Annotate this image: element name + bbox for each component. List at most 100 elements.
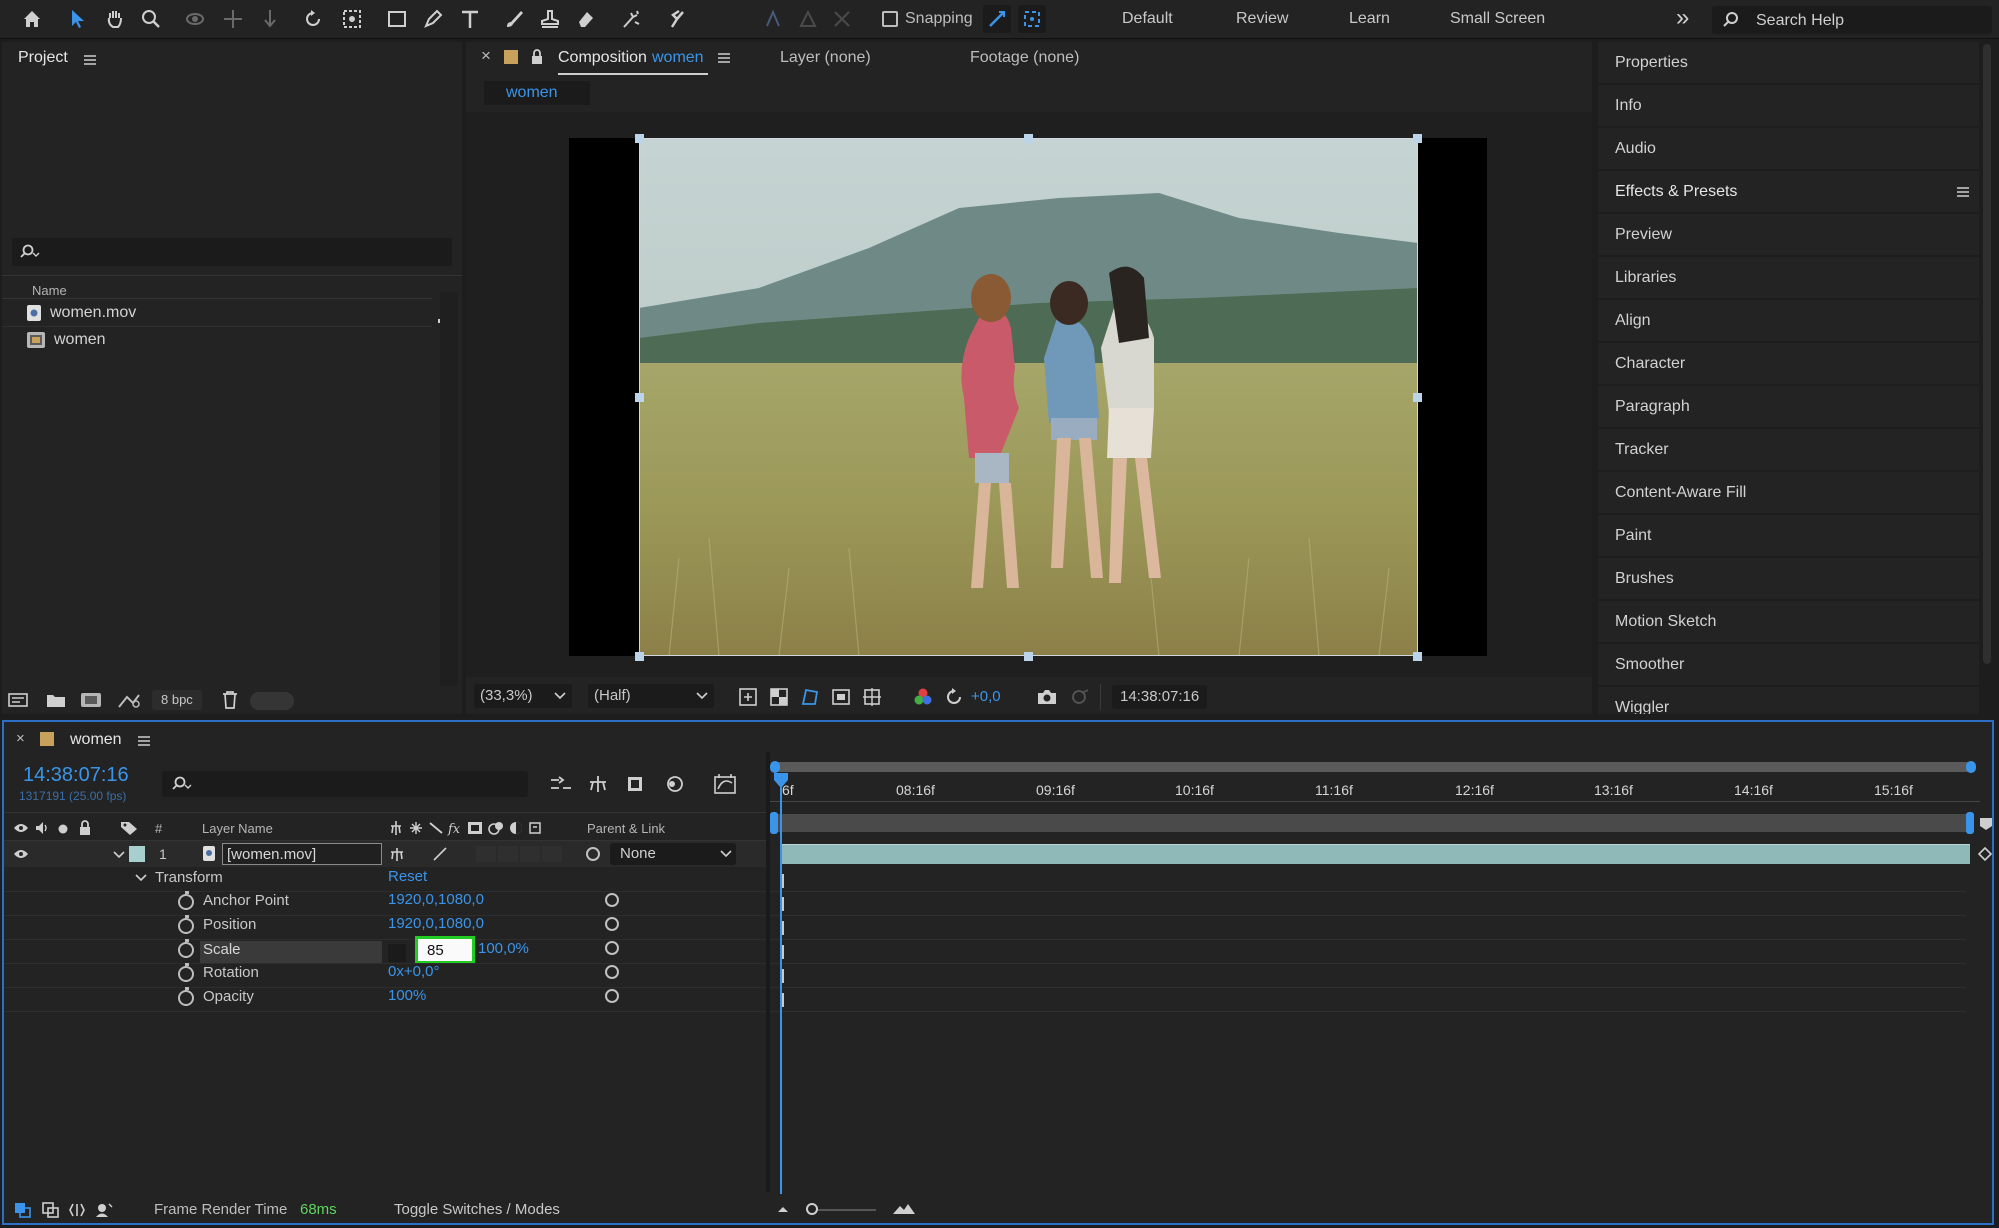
clone-stamp-tool-icon[interactable] — [536, 5, 564, 33]
pick-whip-icon[interactable] — [605, 893, 619, 907]
comp-mini-flowchart-icon[interactable] — [549, 774, 573, 794]
axis-view-icon[interactable] — [828, 5, 856, 33]
footage-viewer-tab[interactable]: Footage (none) — [970, 49, 1079, 67]
render-time-pane-icon[interactable] — [94, 1202, 114, 1218]
timeline-tab-title[interactable]: women — [70, 731, 122, 749]
work-area-bar[interactable] — [774, 814, 1970, 832]
composition-tab-prefix[interactable]: Composition — [558, 49, 647, 67]
project-settings-icon[interactable] — [116, 691, 142, 709]
rotate-tool-icon[interactable] — [299, 5, 327, 33]
composition-close-icon[interactable]: × — [481, 46, 491, 66]
anchor-point-value[interactable]: 1920,0,1080,0 — [388, 891, 484, 908]
transform-handle[interactable] — [635, 134, 644, 143]
stopwatch-icon[interactable] — [178, 987, 194, 1006]
new-folder-icon[interactable] — [46, 692, 66, 708]
transform-handle[interactable] — [635, 652, 644, 661]
layer-switches-pane-icon[interactable] — [14, 1202, 32, 1218]
opacity-value[interactable]: 100% — [388, 987, 426, 1004]
panel-tracker[interactable]: Tracker — [1598, 429, 1979, 470]
workspace-review[interactable]: Review — [1236, 10, 1288, 28]
current-time-indicator-line[interactable] — [780, 776, 782, 1194]
search-help-field[interactable]: Search Help — [1712, 6, 1992, 34]
transform-handle[interactable] — [635, 393, 644, 402]
constrain-proportions-toggle[interactable] — [388, 944, 406, 962]
panel-content-aware-fill[interactable]: Content-Aware Fill — [1598, 472, 1979, 513]
workspace-learn[interactable]: Learn — [1349, 10, 1390, 28]
transform-handle[interactable] — [1413, 134, 1422, 143]
keyframe-navigator-icon[interactable] — [1976, 846, 1994, 862]
panel-properties[interactable]: Properties — [1598, 42, 1979, 83]
snap-edges-icon[interactable] — [983, 5, 1011, 33]
composition-breadcrumb[interactable]: women — [484, 81, 590, 105]
layer-name-field[interactable]: [women.mov] — [222, 843, 382, 865]
workspace-small-screen[interactable]: Small Screen — [1450, 10, 1545, 28]
panel-audio[interactable]: Audio — [1598, 128, 1979, 169]
layer-label-color[interactable] — [129, 846, 145, 862]
snapshot-camera-icon[interactable] — [1036, 687, 1058, 707]
panel-wiggler[interactable]: Wiggler — [1598, 687, 1979, 714]
hand-tool-icon[interactable] — [101, 5, 129, 33]
pan-tool-icon[interactable] — [219, 5, 247, 33]
composition-viewer[interactable] — [466, 112, 1592, 677]
transform-handle[interactable] — [1024, 134, 1033, 143]
solo-icon[interactable] — [57, 823, 69, 835]
eraser-tool-icon[interactable] — [572, 5, 600, 33]
dolly-tool-icon[interactable] — [256, 5, 284, 33]
project-thumbnail-toggle[interactable] — [250, 692, 294, 710]
work-area-end-handle[interactable] — [1966, 812, 1974, 834]
fast-previews-icon[interactable] — [738, 687, 758, 707]
project-item[interactable]: women.mov — [26, 301, 136, 325]
rectangle-tool-icon[interactable] — [383, 5, 411, 33]
trash-icon[interactable] — [221, 690, 239, 710]
reset-exposure-icon[interactable] — [944, 687, 964, 707]
new-composition-icon[interactable] — [80, 692, 102, 708]
pick-whip-icon[interactable] — [586, 847, 600, 861]
axis-world-icon[interactable] — [794, 5, 822, 33]
show-snapshot-icon[interactable] — [1068, 687, 1090, 707]
zoom-tool-icon[interactable] — [137, 5, 165, 33]
position-value[interactable]: 1920,0,1080,0 — [388, 915, 484, 932]
panel-character[interactable]: Character — [1598, 343, 1979, 384]
switches-header-icons[interactable]: fx — [390, 819, 550, 837]
panel-preview[interactable]: Preview — [1598, 214, 1979, 255]
current-time-display[interactable]: 14:38:07:16 — [1112, 685, 1208, 709]
interpret-footage-icon[interactable] — [8, 692, 32, 708]
roto-brush-tool-icon[interactable] — [618, 5, 646, 33]
parent-dropdown[interactable]: None — [610, 843, 736, 865]
panel-paragraph[interactable]: Paragraph — [1598, 386, 1979, 427]
scale-x-input[interactable]: 85 — [415, 936, 475, 964]
orbit-tool-icon[interactable] — [181, 5, 209, 33]
transform-label[interactable]: Transform — [155, 869, 223, 886]
time-ruler[interactable] — [770, 774, 1980, 802]
transform-handle[interactable] — [1413, 652, 1422, 661]
camera-behind-tool-icon[interactable] — [338, 5, 366, 33]
puppet-tool-icon[interactable] — [663, 5, 691, 33]
navigator-end-handle[interactable] — [1966, 761, 1976, 773]
in-out-pane-icon[interactable] — [68, 1202, 86, 1218]
work-area-start-handle[interactable] — [770, 812, 778, 834]
snapping-checkbox[interactable] — [882, 11, 898, 27]
panel-motion-sketch[interactable]: Motion Sketch — [1598, 601, 1979, 642]
zoom-in-icon[interactable] — [892, 1202, 916, 1216]
column-layer-name[interactable]: Layer Name — [202, 821, 273, 836]
audio-icon[interactable] — [34, 821, 50, 835]
project-search-input[interactable] — [12, 238, 452, 266]
lock-icon[interactable] — [530, 49, 544, 65]
shy-switch-icon[interactable] — [390, 846, 404, 862]
layer-viewer-tab[interactable]: Layer (none) — [780, 49, 871, 67]
composition-tab-name[interactable]: women — [652, 49, 704, 67]
stopwatch-icon[interactable] — [178, 963, 194, 982]
timeline-search-input[interactable] — [162, 771, 528, 797]
draft-3d-icon[interactable] — [587, 774, 609, 794]
column-parent-link[interactable]: Parent & Link — [587, 821, 665, 836]
pick-whip-icon[interactable] — [605, 941, 619, 955]
type-tool-icon[interactable] — [456, 5, 484, 33]
transform-handle[interactable] — [1024, 652, 1033, 661]
panel-brushes[interactable]: Brushes — [1598, 558, 1979, 599]
bit-depth-button[interactable]: 8 bpc — [152, 690, 202, 710]
zoom-slider-thumb[interactable] — [806, 1203, 818, 1215]
time-graph[interactable] — [770, 752, 1993, 1192]
modes-pane-icon[interactable] — [42, 1202, 60, 1218]
layer-duration-bar[interactable] — [782, 844, 1970, 864]
toggle-switches-modes-button[interactable]: Toggle Switches / Modes — [394, 1201, 560, 1218]
